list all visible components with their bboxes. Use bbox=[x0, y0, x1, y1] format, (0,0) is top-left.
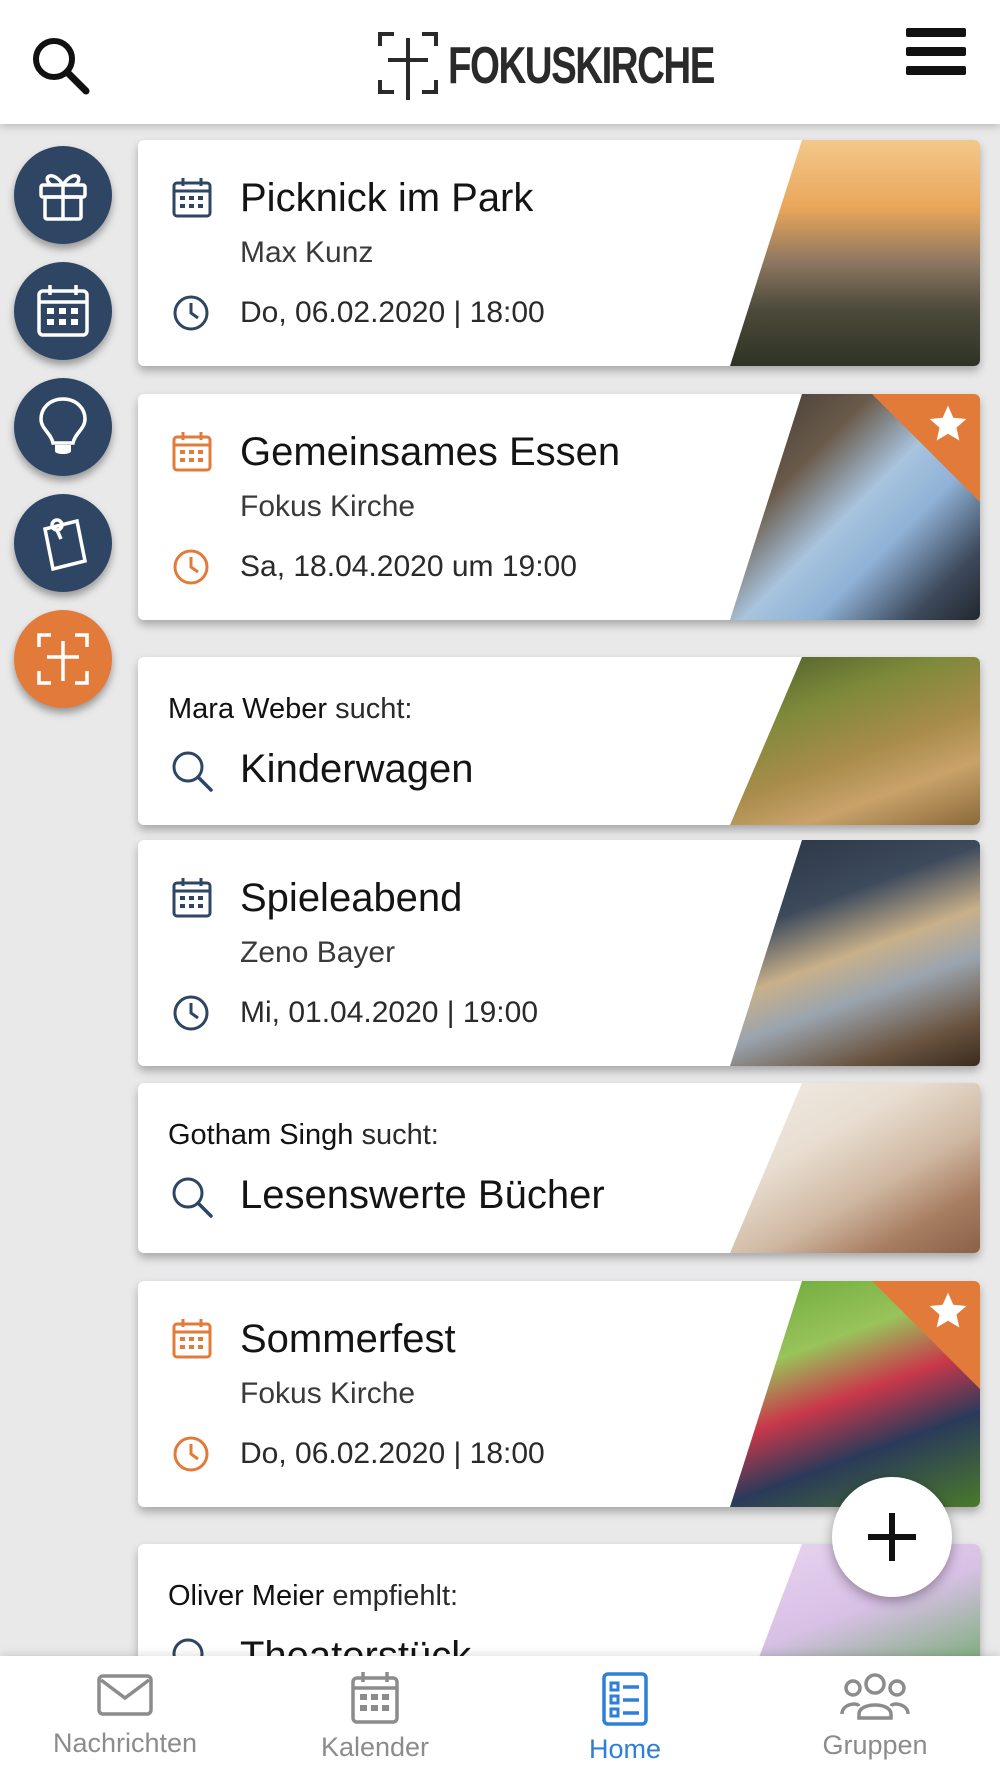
star-icon bbox=[929, 405, 967, 441]
event-datetime: Do, 06.02.2020 | 18:00 bbox=[240, 296, 545, 329]
event-card[interactable]: Spieleabend Zeno Bayer Mi, 01.04.2020 | … bbox=[138, 840, 980, 1066]
search-title: Lesenswerte Bücher bbox=[240, 1173, 605, 1217]
event-datetime: Sa, 18.04.2020 um 19:00 bbox=[240, 550, 577, 583]
search-verb: sucht: bbox=[335, 693, 413, 725]
event-title: Gemeinsames Essen bbox=[240, 430, 621, 474]
app-logo[interactable]: FOKUSKIRCHE bbox=[378, 30, 715, 102]
search-photo bbox=[730, 657, 980, 825]
gift-icon bbox=[39, 174, 87, 221]
calendar-icon bbox=[172, 432, 212, 472]
search-card[interactable]: Gotham Singh sucht: Lesenswerte Bücher bbox=[138, 1083, 980, 1253]
search-icon bbox=[172, 1177, 213, 1218]
clock-icon bbox=[173, 995, 209, 1031]
event-datetime: Do, 06.02.2020 | 18:00 bbox=[240, 1437, 545, 1470]
clock-icon bbox=[173, 549, 209, 585]
nav-label: Nachrichten bbox=[52, 1728, 198, 1758]
search-photo bbox=[730, 1083, 980, 1253]
search-icon bbox=[172, 751, 213, 792]
author-name: Mara Weber bbox=[168, 693, 328, 725]
home-list-icon bbox=[602, 1672, 648, 1726]
plus-icon bbox=[868, 1513, 916, 1561]
event-card[interactable]: Sommerfest Fokus Kirche Do, 06.02.2020 |… bbox=[138, 1281, 980, 1507]
author-name: Gotham Singh bbox=[168, 1119, 354, 1151]
app-header: FOKUSKIRCHE bbox=[0, 0, 1000, 124]
nav-label: Kalender bbox=[320, 1732, 430, 1762]
fokus-button[interactable] bbox=[14, 610, 112, 708]
author-name: Oliver Meier bbox=[168, 1580, 325, 1612]
calendar-icon bbox=[172, 178, 212, 218]
fokus-cross-icon bbox=[37, 633, 89, 685]
calendar-icon bbox=[37, 285, 89, 337]
menu-line bbox=[906, 47, 966, 56]
event-datetime: Mi, 01.04.2020 | 19:00 bbox=[240, 996, 539, 1029]
calendar-icon bbox=[172, 1319, 212, 1359]
nav-home[interactable]: Home bbox=[500, 1656, 750, 1778]
search-author-line: Gotham Singh sucht: bbox=[168, 1119, 439, 1152]
nav-kalender[interactable]: Kalender bbox=[250, 1656, 500, 1778]
events-button[interactable] bbox=[14, 262, 112, 360]
search-title: Kinderwagen bbox=[240, 747, 474, 791]
group-icon bbox=[840, 1673, 910, 1720]
event-organizer: Max Kunz bbox=[240, 236, 374, 269]
event-photo bbox=[730, 140, 980, 366]
recommend-verb: empfiehlt: bbox=[332, 1580, 459, 1612]
logo-text: FOKUSKIRCHE bbox=[448, 37, 715, 95]
event-organizer: Zeno Bayer bbox=[240, 936, 396, 969]
hamburger-menu-button[interactable] bbox=[906, 28, 966, 84]
featured-ribbon bbox=[872, 1281, 980, 1389]
mail-icon bbox=[97, 1674, 153, 1716]
search-card[interactable]: Mara Weber sucht: Kinderwagen bbox=[138, 657, 980, 825]
lightbulb-icon bbox=[39, 397, 87, 454]
event-title: Sommerfest bbox=[240, 1317, 456, 1361]
bottom-navigation: Nachrichten Kalender Home Gruppen bbox=[0, 1656, 1000, 1778]
event-organizer: Fokus Kirche bbox=[240, 490, 416, 523]
event-photo bbox=[730, 840, 980, 1066]
notes-button[interactable] bbox=[14, 494, 112, 592]
recommend-author-line: Oliver Meier empfiehlt: bbox=[168, 1580, 458, 1613]
event-title: Spieleabend bbox=[240, 876, 463, 920]
event-card[interactable]: Picknick im Park Max Kunz Do, 06.02.2020… bbox=[138, 140, 980, 366]
calendar-icon bbox=[172, 878, 212, 918]
nav-gruppen[interactable]: Gruppen bbox=[750, 1656, 1000, 1778]
note-icon bbox=[42, 518, 88, 572]
featured-ribbon bbox=[872, 394, 980, 502]
clock-icon bbox=[173, 1436, 209, 1472]
clock-icon bbox=[173, 295, 209, 331]
event-card[interactable]: Gemeinsames Essen Fokus Kirche Sa, 18.04… bbox=[138, 394, 980, 620]
menu-line bbox=[906, 66, 966, 75]
add-button[interactable] bbox=[832, 1477, 952, 1597]
star-icon bbox=[929, 1292, 967, 1328]
cross-logo-icon bbox=[378, 32, 438, 100]
search-author-line: Mara Weber sucht: bbox=[168, 693, 412, 726]
event-title: Picknick im Park bbox=[240, 176, 534, 220]
menu-line bbox=[906, 28, 966, 37]
nav-label: Home bbox=[588, 1734, 662, 1764]
search-verb: sucht: bbox=[361, 1119, 439, 1151]
nav-label: Gruppen bbox=[822, 1730, 928, 1760]
search-button[interactable] bbox=[28, 33, 92, 97]
gifts-button[interactable] bbox=[14, 146, 112, 244]
nav-nachrichten[interactable]: Nachrichten bbox=[0, 1656, 250, 1778]
ideas-button[interactable] bbox=[14, 378, 112, 476]
event-organizer: Fokus Kirche bbox=[240, 1377, 416, 1410]
calendar-icon bbox=[351, 1672, 399, 1724]
search-icon bbox=[33, 38, 90, 95]
